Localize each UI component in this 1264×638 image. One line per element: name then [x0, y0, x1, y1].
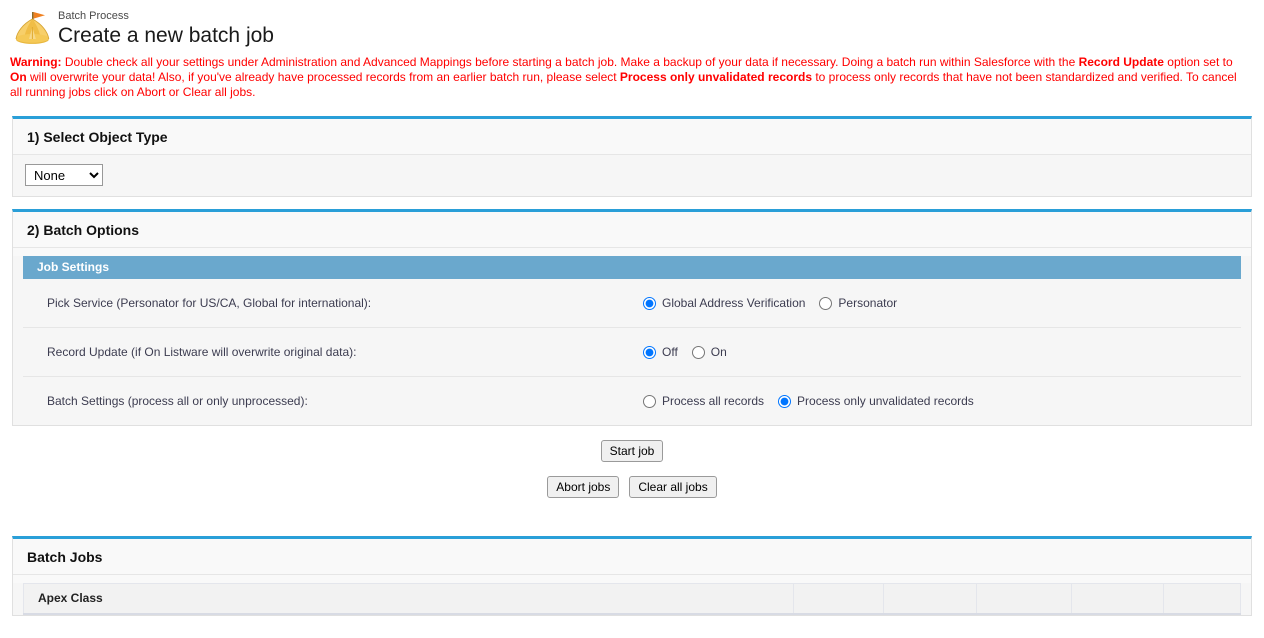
batch-jobs-panel: Batch Jobs Apex Class: [12, 536, 1252, 616]
option-choices-batch-settings: Process all records Process only unvalid…: [643, 394, 974, 408]
option-choices-pick-service: Global Address Verification Personator: [643, 296, 897, 310]
warning-strong-on: On: [10, 70, 27, 84]
option-label-pick-service: Pick Service (Personator for US/CA, Glob…: [23, 296, 643, 310]
option-row-record-update: Record Update (if On Listware will overw…: [23, 328, 1241, 377]
batch-tent-icon: [10, 8, 54, 52]
radio-record-update-on[interactable]: On: [692, 345, 727, 359]
radio-label-global-address-verification: Global Address Verification: [662, 296, 805, 310]
option-choices-record-update: Off On: [643, 345, 727, 359]
radio-input-global-address-verification[interactable]: [643, 297, 656, 310]
breadcrumb-eyebrow: Batch Process: [58, 10, 274, 23]
start-job-button[interactable]: Start job: [601, 440, 664, 462]
select-object-type-panel: 1) Select Object Type None: [12, 116, 1252, 197]
radio-label-record-update-on: On: [711, 345, 727, 359]
warning-label: Warning:: [10, 55, 62, 69]
radio-record-update-off[interactable]: Off: [643, 345, 678, 359]
column-header-2[interactable]: [794, 584, 884, 615]
batch-jobs-title: Batch Jobs: [13, 539, 1251, 575]
abort-jobs-button[interactable]: Abort jobs: [547, 476, 619, 498]
select-object-type-body: None: [13, 155, 1251, 196]
job-settings-subheader: Job Settings: [23, 256, 1241, 279]
batch-options-title: 2) Batch Options: [13, 212, 1251, 248]
radio-process-all-records[interactable]: Process all records: [643, 394, 764, 408]
batch-jobs-table: Apex Class: [23, 583, 1241, 615]
action-buttons-secondary-row: Abort jobs Clear all jobs: [0, 476, 1264, 498]
column-header-6[interactable]: [1164, 584, 1241, 615]
batch-jobs-body: Apex Class: [13, 583, 1251, 615]
table-header-row: Apex Class: [24, 584, 1241, 615]
option-label-batch-settings: Batch Settings (process all or only unpr…: [23, 394, 643, 408]
column-header-3[interactable]: [884, 584, 977, 615]
batch-options-body: Job Settings Pick Service (Personator fo…: [13, 256, 1251, 425]
radio-input-record-update-off[interactable]: [643, 346, 656, 359]
header-titles: Batch Process Create a new batch job: [58, 8, 274, 48]
warning-text-2: option set to: [1164, 55, 1233, 69]
radio-input-process-only-unvalidated-records[interactable]: [778, 395, 791, 408]
page-header: Batch Process Create a new batch job: [0, 0, 1264, 52]
radio-label-process-all-records: Process all records: [662, 394, 764, 408]
radio-input-record-update-on[interactable]: [692, 346, 705, 359]
radio-input-process-all-records[interactable]: [643, 395, 656, 408]
radio-personator[interactable]: Personator: [819, 296, 897, 310]
column-header-5[interactable]: [1072, 584, 1164, 615]
warning-strong-process-unvalidated: Process only unvalidated records: [620, 70, 812, 84]
clear-all-jobs-button[interactable]: Clear all jobs: [629, 476, 716, 498]
batch-options-panel: 2) Batch Options Job Settings Pick Servi…: [12, 209, 1252, 426]
option-row-batch-settings: Batch Settings (process all or only unpr…: [23, 377, 1241, 425]
select-object-type-title: 1) Select Object Type: [13, 119, 1251, 155]
action-buttons-area: Start job Abort jobs Clear all jobs: [0, 426, 1264, 514]
option-row-pick-service: Pick Service (Personator for US/CA, Glob…: [23, 279, 1241, 328]
radio-label-process-only-unvalidated-records: Process only unvalidated records: [797, 394, 974, 408]
warning-text-1: Double check all your settings under Adm…: [62, 55, 1079, 69]
object-type-select-row: None: [13, 155, 1251, 196]
option-label-record-update: Record Update (if On Listware will overw…: [23, 345, 643, 359]
page-title: Create a new batch job: [58, 24, 274, 48]
batch-jobs-table-head: Apex Class: [24, 584, 1241, 615]
column-header-4[interactable]: [977, 584, 1072, 615]
job-settings-rows: Pick Service (Personator for US/CA, Glob…: [23, 279, 1241, 425]
action-buttons-primary-row: Start job: [0, 440, 1264, 462]
column-header-apex-class[interactable]: Apex Class: [24, 584, 794, 615]
warning-text-3: will overwrite your data! Also, if you'v…: [27, 70, 620, 84]
radio-global-address-verification[interactable]: Global Address Verification: [643, 296, 805, 310]
radio-input-personator[interactable]: [819, 297, 832, 310]
warning-strong-record-update: Record Update: [1079, 55, 1164, 69]
radio-label-personator: Personator: [838, 296, 897, 310]
radio-process-only-unvalidated-records[interactable]: Process only unvalidated records: [778, 394, 974, 408]
object-type-select[interactable]: None: [25, 164, 103, 186]
radio-label-record-update-off: Off: [662, 345, 678, 359]
warning-message: Warning: Double check all your settings …: [0, 52, 1264, 100]
